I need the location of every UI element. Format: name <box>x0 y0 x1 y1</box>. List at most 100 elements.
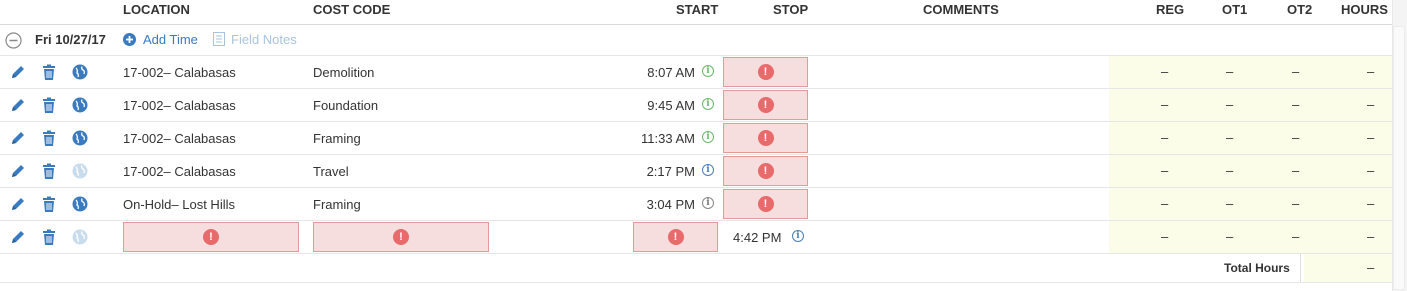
hours-cells-bg <box>1109 89 1392 121</box>
start-time-cell[interactable]: 11:33 AM <box>641 131 695 146</box>
hours-cell: – <box>1367 130 1375 145</box>
plus-circle-icon <box>123 33 136 46</box>
info-icon[interactable]: i <box>702 65 714 77</box>
location-cell[interactable]: 17-002– Calabasas <box>123 164 236 179</box>
table-row: !!! 4:42 PM i – – – – <box>0 221 1392 254</box>
hours-cell: – <box>1367 229 1375 244</box>
header-stop[interactable]: STOP <box>773 2 808 17</box>
stop-error-field[interactable]: ! <box>723 90 808 120</box>
cost-code-cell[interactable]: Demolition <box>313 65 374 80</box>
table-row: 17-002– Calabasas Demolition 8:07 AM i! – – – – <box>0 56 1392 89</box>
location-error-field[interactable]: ! <box>123 222 299 252</box>
reg-cell: – <box>1161 196 1169 211</box>
reg-cell: – <box>1161 97 1169 112</box>
hours-cell: – <box>1367 196 1375 211</box>
ot2-cell: – <box>1292 97 1300 112</box>
info-icon[interactable]: i <box>792 230 804 242</box>
globe-icon[interactable] <box>72 229 88 245</box>
info-icon[interactable]: i <box>702 197 714 209</box>
globe-icon[interactable] <box>72 163 88 179</box>
trash-icon[interactable] <box>41 97 57 113</box>
hours-cell: – <box>1367 64 1375 79</box>
day-group-header: Fri 10/27/17 Add Time Field Notes <box>0 25 1392 56</box>
table-row: On-Hold– Lost Hills Framing 3:04 PM i! – – – – <box>0 188 1392 221</box>
header-reg[interactable]: REG <box>1156 2 1184 17</box>
pencil-icon[interactable] <box>10 130 26 146</box>
trash-icon[interactable] <box>41 196 57 212</box>
ot2-cell: – <box>1292 196 1300 211</box>
field-notes-label: Field Notes <box>231 32 297 47</box>
header-comments[interactable]: COMMENTS <box>923 2 999 17</box>
trash-icon[interactable] <box>41 64 57 80</box>
pencil-icon[interactable] <box>10 97 26 113</box>
vertical-scrollbar[interactable] <box>1392 0 1407 291</box>
table-row: 17-002– Calabasas Framing 11:33 AM i! – – – – <box>0 122 1392 155</box>
hours-cells-bg <box>1109 122 1392 154</box>
trash-icon[interactable] <box>41 163 57 179</box>
pencil-icon[interactable] <box>10 64 26 80</box>
minus-circle-icon[interactable] <box>5 32 22 49</box>
start-time-cell[interactable]: 3:04 PM <box>647 197 695 212</box>
scrollbar-thumb[interactable] <box>1393 26 1405 290</box>
ot2-cell: – <box>1292 163 1300 178</box>
pencil-icon[interactable] <box>10 196 26 212</box>
hours-cell: – <box>1367 97 1375 112</box>
location-cell[interactable]: 17-002– Calabasas <box>123 131 236 146</box>
ot1-cell: – <box>1226 64 1234 79</box>
header-ot2[interactable]: OT2 <box>1287 2 1312 17</box>
total-hours-value: – <box>1367 260 1375 275</box>
ot2-cell: – <box>1292 64 1300 79</box>
globe-icon[interactable] <box>72 196 88 212</box>
trash-icon[interactable] <box>41 130 57 146</box>
exclamation-icon: ! <box>667 229 684 245</box>
globe-icon[interactable] <box>72 64 88 80</box>
table-row: 17-002– Calabasas Foundation 9:45 AM i! – – – – <box>0 89 1392 122</box>
header-location[interactable]: LOCATION <box>123 2 190 17</box>
start-error-field[interactable]: ! <box>633 222 718 252</box>
info-icon[interactable]: i <box>702 98 714 110</box>
start-time-cell[interactable]: 9:45 AM <box>647 98 695 113</box>
info-icon[interactable]: i <box>702 164 714 176</box>
exclamation-icon: ! <box>757 196 774 212</box>
cost-code-cell[interactable]: Travel <box>313 164 349 179</box>
totals-row: Total Hours – <box>0 254 1392 283</box>
reg-cell: – <box>1161 64 1169 79</box>
cost-code-cell[interactable]: Foundation <box>313 98 378 113</box>
stop-time-cell[interactable]: 4:42 PM <box>733 230 781 245</box>
pencil-icon[interactable] <box>10 163 26 179</box>
location-cell[interactable]: On-Hold– Lost Hills <box>123 197 235 212</box>
ot1-cell: – <box>1226 163 1234 178</box>
header-ot1[interactable]: OT1 <box>1222 2 1247 17</box>
exclamation-icon: ! <box>757 130 774 146</box>
cost-code-cell[interactable]: Framing <box>313 197 361 212</box>
globe-icon[interactable] <box>72 130 88 146</box>
hours-cells-bg <box>1109 155 1392 187</box>
header-start[interactable]: START <box>676 2 718 17</box>
cost-code-error-field[interactable]: ! <box>313 222 489 252</box>
reg-cell: – <box>1161 130 1169 145</box>
globe-icon[interactable] <box>72 97 88 113</box>
info-icon[interactable]: i <box>702 131 714 143</box>
start-time-cell[interactable]: 2:17 PM <box>647 164 695 179</box>
stop-error-field[interactable]: ! <box>723 57 808 87</box>
notes-icon <box>213 32 225 46</box>
ot1-cell: – <box>1226 229 1234 244</box>
trash-icon[interactable] <box>41 229 57 245</box>
pencil-icon[interactable] <box>10 229 26 245</box>
header-hours[interactable]: HOURS <box>1341 2 1388 17</box>
hours-cell: – <box>1367 163 1375 178</box>
hours-cells-bg <box>1109 188 1392 220</box>
ot2-cell: – <box>1292 229 1300 244</box>
cost-code-cell[interactable]: Framing <box>313 131 361 146</box>
stop-error-field[interactable]: ! <box>723 156 808 186</box>
location-cell[interactable]: 17-002– Calabasas <box>123 65 236 80</box>
total-hours-cell <box>1304 254 1392 282</box>
start-time-cell[interactable]: 8:07 AM <box>647 65 695 80</box>
stop-error-field[interactable]: ! <box>723 189 808 219</box>
exclamation-icon: ! <box>757 163 774 179</box>
header-cost-code[interactable]: COST CODE <box>313 2 390 17</box>
location-cell[interactable]: 17-002– Calabasas <box>123 98 236 113</box>
ot1-cell: – <box>1226 130 1234 145</box>
stop-error-field[interactable]: ! <box>723 123 808 153</box>
total-divider <box>1300 254 1301 282</box>
